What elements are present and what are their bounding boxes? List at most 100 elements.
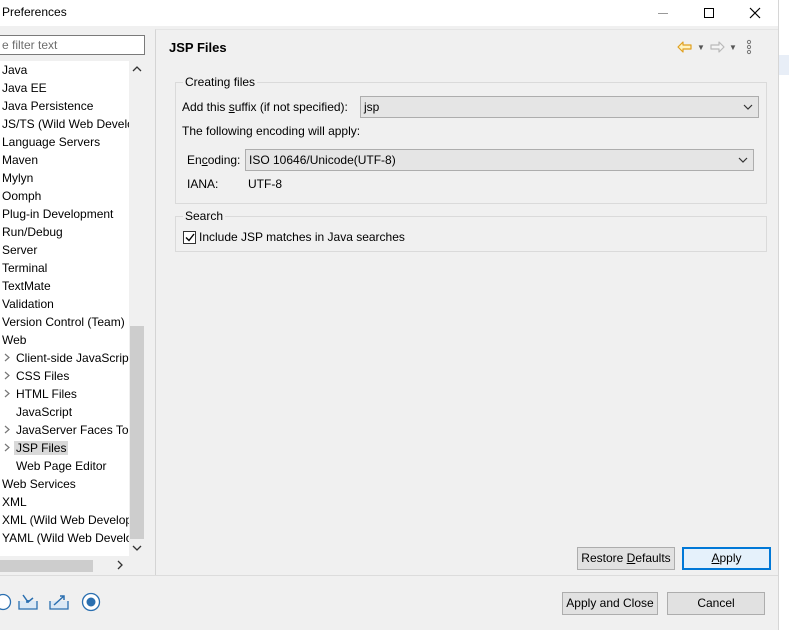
tree-item[interactable]: Client-side JavaScript [0, 349, 129, 367]
include-jsp-checkbox[interactable] [183, 231, 196, 244]
tree-item[interactable]: Server [0, 241, 39, 259]
page-navigation-toolbar: ▼ ▼ [676, 38, 758, 56]
scroll-up-icon[interactable] [129, 61, 145, 77]
iana-label: IANA: [187, 177, 219, 191]
back-arrow-icon[interactable] [676, 38, 694, 56]
export-icon[interactable] [48, 592, 70, 612]
tree-item[interactable]: Web [0, 331, 28, 349]
import-icon[interactable] [17, 592, 39, 612]
tree-item[interactable]: Web Page Editor [0, 457, 109, 475]
tree-item[interactable]: Terminal [0, 259, 49, 277]
tree-item[interactable]: XML (Wild Web Develop [0, 511, 129, 529]
cancel-button[interactable]: Cancel [667, 592, 765, 615]
back-dropdown-icon[interactable]: ▼ [696, 43, 706, 52]
tree-vertical-scrollbar[interactable] [129, 61, 145, 556]
pane-splitter[interactable] [147, 26, 155, 575]
tree-item-label: Web [2, 333, 27, 347]
hscrollbar-thumb[interactable] [0, 560, 93, 572]
encoding-note: The following encoding will apply: [182, 124, 361, 138]
preference-page: JSP Files ▼ ▼ Creating files Add this su… [155, 29, 778, 575]
suffix-combo[interactable]: jsp [360, 96, 759, 118]
tree-item[interactable]: XML [0, 493, 29, 511]
tree-item-label: Java EE [2, 81, 47, 95]
tree-item[interactable]: JavaScript [0, 403, 74, 421]
tree-item[interactable]: CSS Files [0, 367, 71, 385]
tree-item-label: JSP Files [14, 441, 69, 455]
tree-item-label: Terminal [2, 261, 48, 275]
forward-dropdown-icon[interactable]: ▼ [728, 43, 738, 52]
help-icon[interactable] [0, 592, 14, 612]
close-icon [749, 7, 761, 19]
tree-item-label: Java Persistence [2, 99, 94, 113]
scroll-down-icon[interactable] [129, 540, 145, 556]
tree-item-label: Validation [2, 297, 54, 311]
tree-item[interactable]: Mylyn [0, 169, 35, 187]
restore-defaults-button[interactable]: Restore Defaults [577, 547, 675, 570]
include-jsp-label[interactable]: Include JSP matches in Java searches [199, 230, 405, 244]
tree-item[interactable]: Run/Debug [0, 223, 65, 241]
dialog-button-bar: Apply and Close Cancel [0, 576, 778, 630]
tree-horizontal-scrollbar[interactable] [0, 556, 129, 574]
maximize-button[interactable] [686, 0, 732, 26]
tree-item[interactable]: Java [0, 61, 29, 79]
tree-item[interactable]: Language Servers [0, 133, 102, 151]
tree-item-label: Run/Debug [2, 225, 63, 239]
tree-item-label: Client-side JavaScript [16, 351, 129, 365]
checkmark-icon [185, 233, 195, 242]
tree-item-label: Server [2, 243, 38, 257]
forward-arrow-icon[interactable] [708, 38, 726, 56]
tree-item[interactable]: HTML Files [0, 385, 79, 403]
tree-item[interactable]: Java Persistence [0, 97, 95, 115]
tree-item-label: Language Servers [2, 135, 101, 149]
tree-item-label: Web Services [2, 477, 76, 491]
tree-item-label: YAML (Wild Web Develo [2, 531, 129, 545]
tree-item-label: XML (Wild Web Develop [2, 513, 129, 527]
tree-item[interactable]: Web Services [0, 475, 78, 493]
record-icon[interactable] [80, 592, 102, 612]
apply-and-close-button[interactable]: Apply and Close [562, 592, 658, 615]
scroll-right-icon[interactable] [112, 557, 128, 573]
view-menu-icon[interactable] [740, 38, 758, 56]
title-bar: Preferences [0, 0, 778, 26]
tree-item[interactable]: TextMate [0, 277, 53, 295]
chevron-down-icon [743, 97, 753, 117]
suffix-value: jsp [364, 100, 380, 114]
tree-item[interactable]: JSP Files [0, 439, 69, 457]
apply-button[interactable]: Apply [682, 547, 771, 570]
tree-item-label: JavaServer Faces Too [16, 423, 129, 437]
tree-item-label: Plug-in Development [2, 207, 114, 221]
minimize-button[interactable] [640, 0, 686, 26]
preference-tree: Java Java EE Java Persistence JS/TS (Wild W… [0, 61, 129, 556]
tree-item-label: JS/TS (Wild Web Develo [2, 117, 129, 131]
tree-item[interactable]: Validation [0, 295, 56, 313]
encoding-combo[interactable]: ISO 10646/Unicode(UTF-8) [245, 149, 754, 171]
tree-item-label: Oomph [2, 189, 42, 203]
tree-item-label: Web Page Editor [16, 459, 107, 473]
suffix-label: Add this suffix (if not specified): [182, 100, 348, 114]
encoding-value: ISO 10646/Unicode(UTF-8) [249, 153, 396, 167]
tree-item-label: HTML Files [16, 387, 77, 401]
tree-item-label: CSS Files [16, 369, 70, 383]
tree-item[interactable]: YAML (Wild Web Develo [0, 529, 129, 547]
tree-item[interactable]: Maven [0, 151, 40, 169]
filter-input[interactable]: e filter text [0, 35, 145, 55]
tree-item[interactable]: Plug-in Development [0, 205, 115, 223]
encoding-label: Encoding: [187, 153, 241, 167]
tree-item[interactable]: JS/TS (Wild Web Develo [0, 115, 129, 133]
scrollbar-thumb[interactable] [130, 326, 144, 539]
tree-item-label: JavaScript [16, 405, 73, 419]
tree-item-label: XML [2, 495, 27, 509]
tree-item-label: Maven [2, 153, 39, 167]
close-button[interactable] [732, 0, 778, 26]
window-title: Preferences [2, 5, 67, 19]
tree-item[interactable]: Version Control (Team) [0, 313, 127, 331]
tree-item[interactable]: JavaServer Faces Too [0, 421, 129, 439]
search-legend: Search [183, 209, 226, 223]
iana-value: UTF-8 [248, 177, 282, 191]
tree-item[interactable]: Oomph [0, 187, 43, 205]
tree-item[interactable]: Java EE [0, 79, 49, 97]
tree-item-label: Version Control (Team) [2, 315, 125, 329]
maximize-icon [704, 8, 714, 18]
minimize-icon [658, 12, 668, 14]
tree-item-label: Mylyn [2, 171, 34, 185]
